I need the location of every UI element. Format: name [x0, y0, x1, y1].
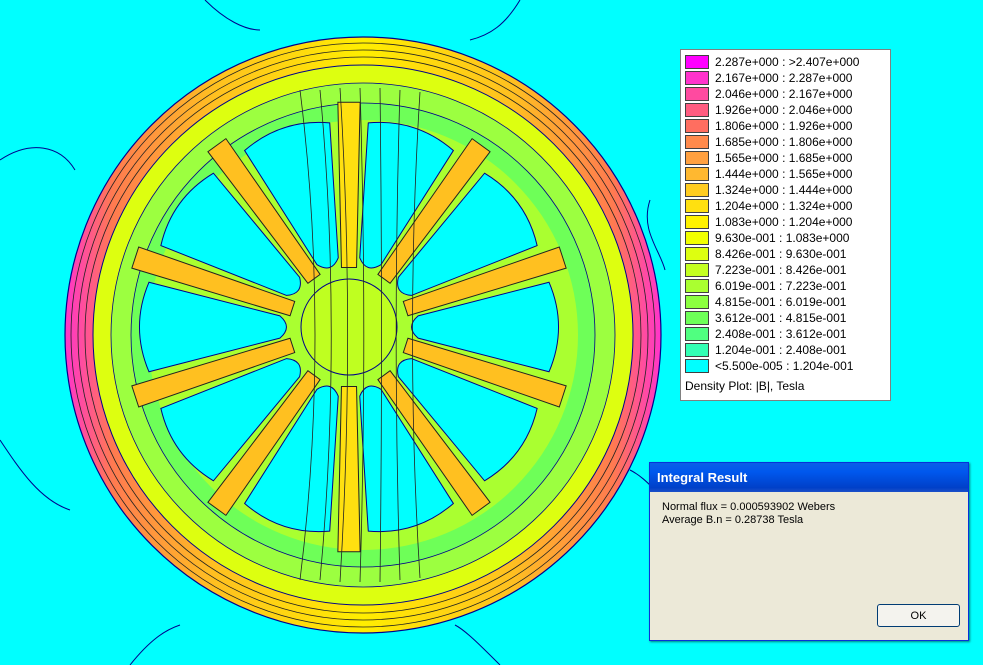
- legend-label: 1.444e+000 : 1.565e+000: [715, 167, 853, 181]
- normal-flux-text: Normal flux = 0.000593902 Webers: [662, 501, 836, 513]
- legend-label: 1.926e+000 : 2.046e+000: [715, 103, 853, 117]
- legend-swatch: [685, 263, 709, 277]
- legend-swatch: [685, 151, 709, 165]
- legend-label: 1.204e+000 : 1.324e+000: [715, 199, 853, 213]
- legend-caption: Density Plot: |B|, Tesla: [685, 379, 805, 393]
- legend-swatch: [685, 215, 709, 229]
- legend-label: 7.223e-001 : 8.426e-001: [715, 263, 847, 277]
- legend-label: 1.806e+000 : 1.926e+000: [715, 119, 853, 133]
- legend-swatch: [685, 55, 709, 69]
- legend-label: 8.426e-001 : 9.630e-001: [715, 247, 847, 261]
- hub: [300, 278, 398, 376]
- legend-swatch: [685, 183, 709, 197]
- legend-label: 2.287e+000 : >2.407e+000: [715, 55, 860, 69]
- legend-label: 1.565e+000 : 1.685e+000: [715, 151, 853, 165]
- legend-label: 2.046e+000 : 2.167e+000: [715, 87, 853, 101]
- legend-label: 3.612e-001 : 4.815e-001: [715, 311, 847, 325]
- dialog-title: Integral Result: [657, 470, 748, 485]
- legend-swatch: [685, 311, 709, 325]
- legend-label: 6.019e-001 : 7.223e-001: [715, 279, 847, 293]
- legend-label: 2.167e+000 : 2.287e+000: [715, 71, 853, 85]
- legend-swatch: [685, 279, 709, 293]
- legend-label: 1.685e+000 : 1.806e+000: [715, 135, 853, 149]
- legend-swatch: [685, 343, 709, 357]
- legend-label: 1.324e+000 : 1.444e+000: [715, 183, 853, 197]
- density-legend: 2.287e+000 : >2.407e+000 2.167e+000 : 2.2…: [680, 49, 891, 401]
- legend-label: 9.630e-001 : 1.083e+000: [715, 231, 850, 245]
- ok-button[interactable]: OK: [877, 604, 960, 627]
- legend-swatch: [685, 359, 709, 373]
- legend-label: 4.815e-001 : 6.019e-001: [715, 295, 847, 309]
- legend-label: 1.204e-001 : 2.408e-001: [715, 343, 847, 357]
- rotor-spoke: [337, 386, 361, 553]
- legend-swatch: [685, 199, 709, 213]
- legend-swatch: [685, 231, 709, 245]
- legend-swatch: [685, 295, 709, 309]
- dialog-titlebar[interactable]: Integral Result: [650, 463, 968, 492]
- legend-swatch: [685, 135, 709, 149]
- legend-label: 2.408e-001 : 3.612e-001: [715, 327, 847, 341]
- legend-swatch: [685, 71, 709, 85]
- legend-swatch: [685, 327, 709, 341]
- legend-swatch: [685, 87, 709, 101]
- rotor-spoke: [337, 101, 361, 268]
- legend-swatch: [685, 167, 709, 181]
- average-bn-text: Average B.n = 0.28738 Tesla: [662, 514, 804, 526]
- legend-label: <5.500e-005 : 1.204e-001: [715, 359, 854, 373]
- legend-swatch: [685, 119, 709, 133]
- legend-label: 1.083e+000 : 1.204e+000: [715, 215, 853, 229]
- legend-swatch: [685, 103, 709, 117]
- legend-swatch: [685, 247, 709, 261]
- integral-result-dialog: Integral Result Normal flux = 0.00059390…: [649, 462, 969, 641]
